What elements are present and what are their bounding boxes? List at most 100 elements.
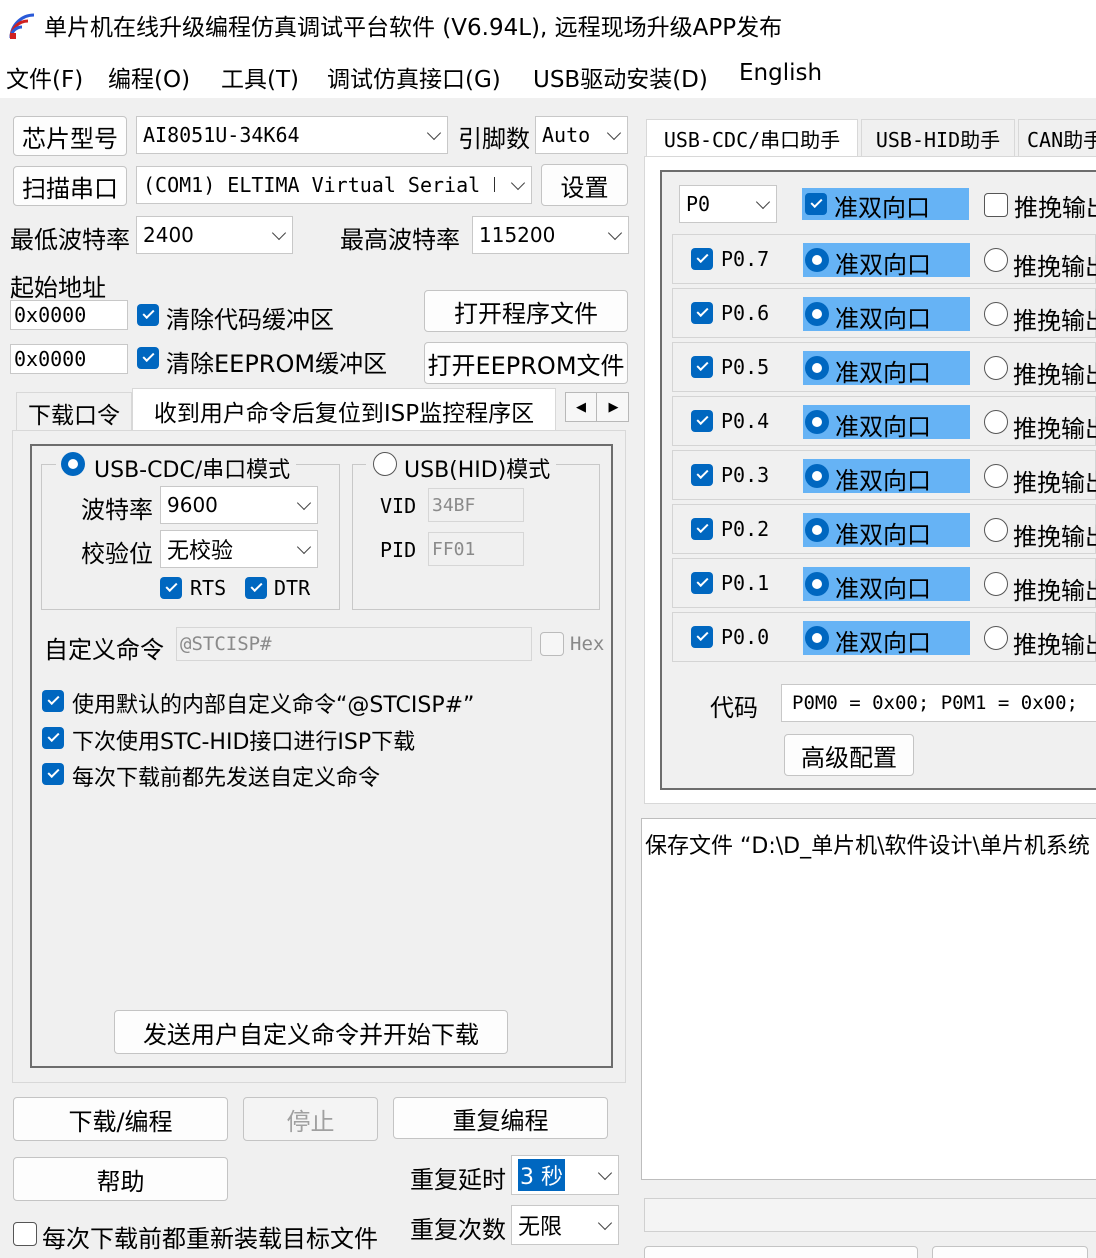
- repeat-program-button[interactable]: 重复编程: [393, 1097, 608, 1139]
- repeat-count-label: 重复次数: [410, 1216, 506, 1244]
- pin-quasi-radio[interactable]: [805, 518, 829, 542]
- port-value: (COM1) ELTIMA Virtual Serial P: [143, 173, 495, 197]
- stop-button[interactable]: 停止: [243, 1097, 378, 1141]
- pin-push-pull-label: 推挽输出: [1013, 577, 1096, 605]
- advanced-config-button[interactable]: 高级配置: [784, 734, 914, 776]
- vid-input[interactable]: 34BF: [428, 488, 524, 522]
- reload-target-checkbox[interactable]: [13, 1222, 37, 1246]
- pin-push-pull-radio[interactable]: [984, 464, 1008, 488]
- repeat-count-select[interactable]: 无限: [511, 1205, 619, 1245]
- pin-quasi-radio[interactable]: [805, 356, 829, 380]
- pin-enable-checkbox[interactable]: [691, 356, 713, 378]
- tab-reset-isp[interactable]: 收到用户命令后复位到ISP监控程序区: [132, 388, 556, 432]
- pid-input[interactable]: FF01: [428, 532, 524, 566]
- custom-command-label: 自定义命令: [44, 636, 164, 664]
- clear-eeprom-checkbox[interactable]: [137, 347, 159, 369]
- min-baud-select[interactable]: 2400: [136, 216, 293, 254]
- menu-tools[interactable]: 工具(T): [221, 60, 299, 94]
- parity-select[interactable]: 无校验: [160, 530, 318, 568]
- pin-push-pull-radio[interactable]: [984, 518, 1008, 542]
- pin-label: P0.2: [721, 517, 770, 541]
- pin-row: P0.6 准双向口 推挽输出: [672, 288, 1096, 338]
- bottom-button-2[interactable]: [932, 1246, 1088, 1258]
- pin-push-pull-radio[interactable]: [984, 572, 1008, 596]
- port-settings-button[interactable]: 设置: [541, 164, 628, 206]
- chevron-down-icon: [296, 539, 312, 555]
- default-command-checkbox[interactable]: [42, 690, 64, 712]
- pin-push-pull-radio[interactable]: [984, 356, 1008, 380]
- use-hid-checkbox[interactable]: [42, 727, 64, 749]
- hid-mode-radio[interactable]: [373, 452, 397, 476]
- chevron-down-icon: [296, 495, 312, 511]
- pin-enable-checkbox[interactable]: [691, 464, 713, 486]
- pin-enable-checkbox[interactable]: [691, 410, 713, 432]
- tab-scroll-left-icon[interactable]: ◀: [566, 393, 597, 421]
- eeprom-address-input[interactable]: 0x0000: [10, 344, 128, 374]
- pin-quasi-radio[interactable]: [805, 626, 829, 650]
- open-eeprom-button[interactable]: 打开EEPROM文件: [424, 342, 628, 384]
- menu-program[interactable]: 编程(O): [108, 60, 190, 94]
- menu-debug[interactable]: 调试仿真接口(G): [327, 60, 501, 94]
- bottom-button-1[interactable]: [644, 1246, 918, 1258]
- tab-can-assistant[interactable]: CAN助手: [1018, 119, 1096, 157]
- pin-quasi-radio[interactable]: [805, 410, 829, 434]
- cdc-mode-radio[interactable]: [61, 452, 85, 476]
- chip-model-select[interactable]: AI8051U-34K64: [136, 116, 448, 154]
- pin-quasi-radio[interactable]: [805, 572, 829, 596]
- tab-scroll-right-icon[interactable]: ▶: [598, 393, 629, 421]
- io-port-select[interactable]: P0: [679, 185, 777, 223]
- chip-model-button[interactable]: 芯片型号: [13, 116, 127, 156]
- cmd-baud-select[interactable]: 9600: [160, 486, 318, 524]
- code-output[interactable]: P0M0 = 0x00; P0M1 = 0x00;: [781, 684, 1096, 722]
- code-label: 代码: [710, 694, 758, 722]
- repeat-count-value: 无限: [518, 1215, 563, 1240]
- pin-quasi-radio[interactable]: [805, 302, 829, 326]
- hex-checkbox[interactable]: [540, 632, 564, 656]
- menu-english[interactable]: English: [739, 60, 822, 86]
- pin-label: P0.5: [721, 355, 770, 379]
- log-area[interactable]: [641, 818, 1096, 1180]
- pin-quasi-radio[interactable]: [805, 248, 829, 272]
- pin-row: P0.1 准双向口 推挽输出: [672, 558, 1096, 608]
- dtr-checkbox[interactable]: [245, 577, 267, 599]
- port-push-pull-checkbox[interactable]: [984, 193, 1008, 217]
- pin-mode-highlight: 准双向口: [803, 243, 970, 279]
- pin-enable-checkbox[interactable]: [691, 302, 713, 324]
- pin-enable-checkbox[interactable]: [691, 518, 713, 540]
- pin-enable-checkbox[interactable]: [691, 572, 713, 594]
- custom-command-input[interactable]: @STCISP#: [176, 627, 532, 661]
- pin-enable-checkbox[interactable]: [691, 626, 713, 648]
- tab-usb-hid-assistant[interactable]: USB-HID助手: [861, 119, 1015, 157]
- send-and-download-button[interactable]: 发送用户自定义命令并开始下载: [114, 1010, 508, 1054]
- menu-usb-driver[interactable]: USB驱动安装(D): [533, 60, 708, 94]
- pins-select[interactable]: Auto: [535, 116, 628, 154]
- hex-label: Hex: [570, 633, 605, 655]
- pin-push-pull-radio[interactable]: [984, 410, 1008, 434]
- pin-push-pull-radio[interactable]: [984, 248, 1008, 272]
- tab-usb-cdc-assistant[interactable]: USB-CDC/串口助手: [646, 119, 858, 157]
- download-program-button[interactable]: 下载/编程: [13, 1097, 228, 1141]
- check-icon: [46, 729, 60, 743]
- open-program-button[interactable]: 打开程序文件: [424, 290, 628, 332]
- pin-push-pull-radio[interactable]: [984, 626, 1008, 650]
- scan-port-button[interactable]: 扫描串口: [13, 166, 127, 206]
- rts-checkbox[interactable]: [160, 577, 182, 599]
- check-icon: [809, 195, 823, 209]
- help-button[interactable]: 帮助: [13, 1157, 228, 1201]
- max-baud-select[interactable]: 115200: [472, 216, 629, 254]
- pin-enable-checkbox[interactable]: [691, 248, 713, 270]
- tab-download-password[interactable]: 下载口令: [16, 392, 132, 432]
- pin-push-pull-radio[interactable]: [984, 302, 1008, 326]
- pin-quasi-radio[interactable]: [805, 464, 829, 488]
- send-before-download-checkbox[interactable]: [42, 763, 64, 785]
- clear-code-checkbox[interactable]: [137, 304, 159, 326]
- port-mode-checkbox[interactable]: [805, 193, 827, 215]
- menu-file[interactable]: 文件(F): [6, 60, 83, 94]
- port-select[interactable]: (COM1) ELTIMA Virtual Serial P: [136, 166, 532, 204]
- cmd-baud-value: 9600: [167, 493, 218, 517]
- code-address-input[interactable]: 0x0000: [10, 300, 128, 330]
- pin-mode-label: 准双向口: [835, 413, 931, 441]
- pin-push-pull-label: 推挽输出: [1013, 631, 1096, 659]
- pin-mode-highlight: 准双向口: [803, 621, 970, 657]
- repeat-delay-select[interactable]: 3 秒: [511, 1155, 619, 1195]
